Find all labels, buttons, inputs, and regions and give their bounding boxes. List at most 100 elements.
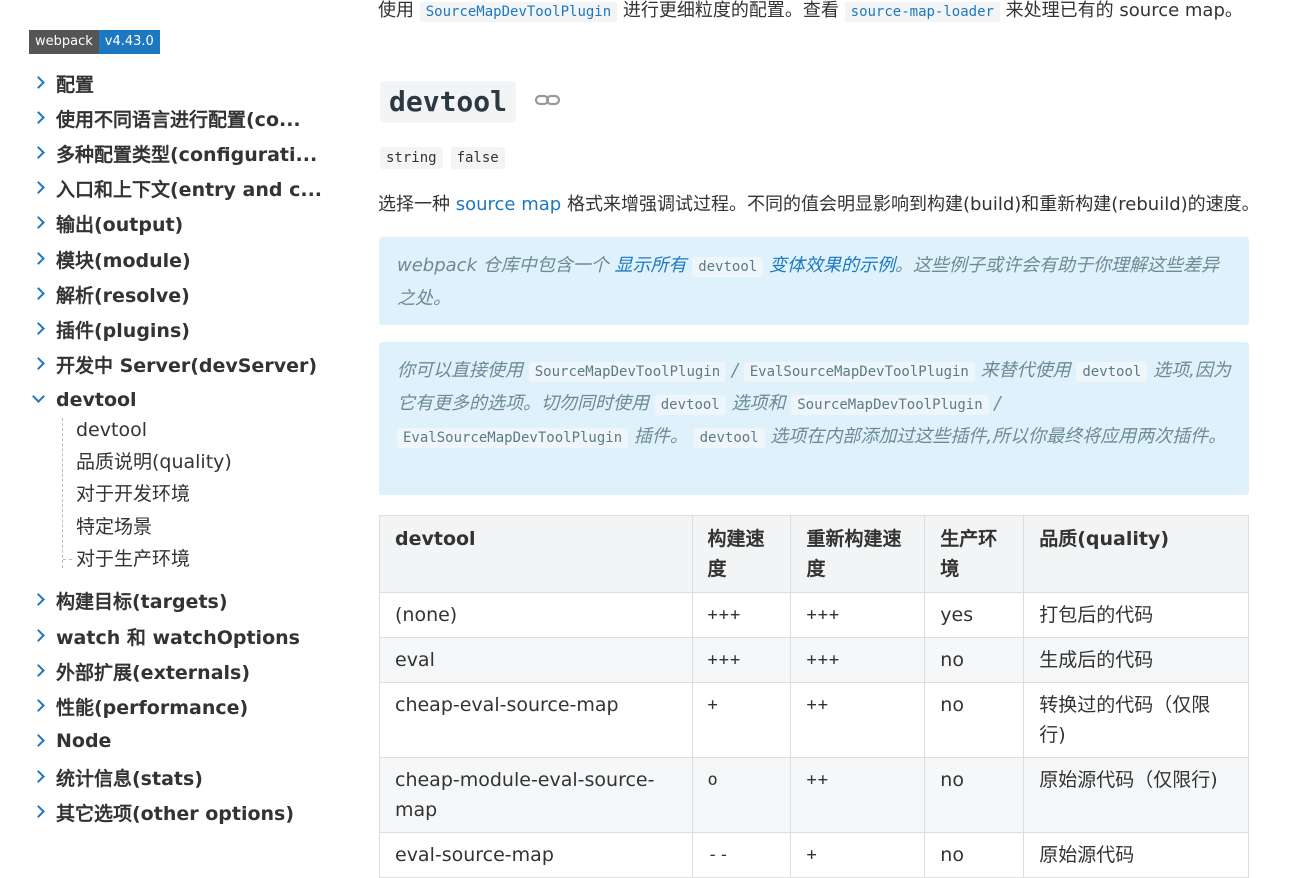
inline-code: devtool: [1076, 362, 1148, 382]
column-header: 品质(quality): [1023, 515, 1249, 593]
table-header-row: devtool 构建速度 重新构建速度 生产环境 品质(quality): [379, 515, 1249, 593]
chevron-right-icon: [32, 769, 45, 783]
sidebar-item-plugins[interactable]: 插件(plugins): [32, 316, 190, 342]
chevron-right-icon: [32, 663, 45, 677]
table-row: eval +++ +++ no 生成后的代码: [379, 637, 1249, 683]
sidebar-subitem-production[interactable]: 对于生产环境: [63, 547, 191, 571]
sidebar-item-devtool[interactable]: devtool: [32, 387, 137, 413]
sidebar-item-label: 多种配置类型(configurati...: [56, 143, 318, 166]
text: 选项和: [731, 393, 786, 414]
type-badge: false: [450, 147, 505, 169]
table-row: eval-source-map -- + no 原始源代码: [379, 832, 1249, 878]
chevron-right-icon: [32, 75, 45, 89]
section-heading: devtool: [380, 81, 517, 123]
examples-link-2[interactable]: 变体效果的示例: [769, 255, 895, 276]
table-cell: cheap-eval-source-map: [379, 682, 693, 758]
type-badge: string: [380, 147, 443, 169]
version-badge[interactable]: webpack v4.43.0: [29, 30, 160, 54]
text: 进行更细粒度的配置。查看: [622, 0, 839, 21]
sidebar-sublist: devtool 品质说明(quality) 对于开发环境 特定场景 对于生产环境: [62, 418, 263, 571]
table-cell: --: [691, 832, 792, 878]
table-cell: no: [924, 757, 1025, 833]
table-cell: ++: [790, 757, 926, 833]
sidebar-item-configuration-types[interactable]: 多种配置类型(configurati...: [32, 140, 318, 166]
table-cell: 生成后的代码: [1023, 637, 1249, 683]
sidebar-item-resolve[interactable]: 解析(resolve): [32, 281, 190, 307]
inline-code: devtool: [693, 428, 765, 448]
sidebar-subitem-quality[interactable]: 品质说明(quality): [76, 450, 232, 474]
inline-code: devtool: [692, 257, 764, 277]
sidebar-subitem-label: 特定场景: [76, 516, 153, 538]
sidebar-item-label: 开发中 Server(devServer): [56, 354, 318, 377]
table-row: cheap-module-eval-source-map o ++ no 原始源…: [379, 757, 1249, 833]
sidebar-item-output[interactable]: 输出(output): [32, 210, 184, 236]
type-badges: string false: [380, 147, 505, 169]
sidebar-item-devserver[interactable]: 开发中 Server(devServer): [32, 351, 318, 377]
table-cell: ++: [790, 682, 926, 758]
sidebar-item-module[interactable]: 模块(module): [32, 246, 191, 272]
table-cell: no: [924, 637, 1025, 683]
text: webpack 仓库中包含一个: [397, 255, 609, 276]
text: 你可以直接使用: [397, 360, 523, 381]
sidebar-item-label: 配置: [56, 73, 95, 96]
intro-paragraph: 使用 SourceMapDevToolPlugin 进行更细粒度的配置。查看 s…: [378, 0, 1243, 24]
chevron-right-icon: [32, 251, 45, 265]
sidebar-item-config[interactable]: 配置: [32, 70, 95, 96]
sidebar-item-label: 入口和上下文(entry and c...: [56, 178, 323, 201]
sidebar-item-targets[interactable]: 构建目标(targets): [32, 587, 228, 613]
sidebar-item-stats[interactable]: 统计信息(stats): [32, 764, 203, 790]
column-header: 构建速度: [691, 515, 792, 593]
text: /: [731, 360, 738, 381]
sidebar-item-label: 模块(module): [56, 249, 191, 272]
chevron-right-icon: [32, 145, 45, 159]
sidebar-item-config-languages[interactable]: 使用不同语言进行配置(co...: [32, 105, 301, 131]
sidebar-subitem-label: devtool: [76, 419, 147, 441]
table-cell: eval: [379, 637, 693, 683]
sidebar-item-node[interactable]: Node: [32, 728, 112, 754]
chevron-right-icon: [32, 698, 45, 712]
text: 选择一种: [378, 194, 450, 215]
text: 插件。: [633, 426, 688, 447]
sidebar-item-watch[interactable]: watch 和 watchOptions: [32, 623, 300, 649]
sidebar-item-label: 构建目标(targets): [56, 590, 228, 613]
sidebar-subitem-devtool[interactable]: devtool: [76, 418, 147, 442]
chevron-right-icon: [32, 628, 45, 642]
table-cell: yes: [924, 592, 1025, 638]
code-link-sourcemapdevtoolplugin[interactable]: SourceMapDevToolPlugin: [419, 2, 618, 22]
sidebar-item-label: 外部扩展(externals): [56, 661, 251, 684]
examples-link[interactable]: 显示所有: [614, 255, 686, 276]
column-header: 重新构建速度: [790, 515, 926, 593]
tip-box-plugins: 你可以直接使用 SourceMapDevToolPlugin / EvalSou…: [379, 342, 1249, 495]
sidebar-item-label: 其它选项(other options): [56, 802, 295, 825]
table-cell: 转换过的代码（仅限行): [1023, 682, 1249, 758]
chevron-down-icon: [32, 389, 45, 403]
table-cell: no: [924, 682, 1025, 758]
inline-code: SourceMapDevToolPlugin: [791, 395, 989, 415]
sidebar-item-label: watch 和 watchOptions: [56, 626, 300, 649]
sidebar-item-externals[interactable]: 外部扩展(externals): [32, 658, 251, 684]
sidebar-item-label: Node: [56, 730, 112, 752]
table-cell: no: [924, 832, 1025, 878]
code-link-source-map-loader[interactable]: source-map-loader: [844, 2, 1000, 22]
chevron-right-icon: [32, 356, 45, 370]
sidebar-subitem-special-cases[interactable]: 特定场景: [76, 515, 152, 539]
sidebar-item-other-options[interactable]: 其它选项(other options): [32, 799, 295, 825]
sidebar-item-label: 性能(performance): [56, 696, 249, 719]
chevron-right-icon: [32, 592, 45, 606]
devtool-table: devtool 构建速度 重新构建速度 生产环境 品质(quality) (no…: [379, 515, 1249, 878]
table-cell: +++: [691, 592, 792, 638]
source-map-link[interactable]: source map: [456, 194, 562, 215]
anchor-link-icon[interactable]: [534, 91, 562, 109]
sidebar-item-performance[interactable]: 性能(performance): [32, 693, 249, 719]
chevron-right-icon: [32, 180, 45, 194]
inline-code: devtool: [654, 395, 726, 415]
sidebar-item-entry-context[interactable]: 入口和上下文(entry and c...: [32, 175, 323, 201]
badge-version: v4.43.0: [98, 30, 160, 54]
sidebar-subitem-development[interactable]: 对于开发环境: [76, 482, 190, 506]
inline-code: SourceMapDevToolPlugin: [528, 362, 727, 382]
sidebar-subitem-label: 对于生产环境: [76, 548, 191, 570]
chevron-right-icon: [32, 733, 45, 747]
chevron-right-icon: [32, 110, 45, 124]
sidebar-item-label: 输出(output): [56, 213, 184, 236]
table-cell: (none): [379, 592, 693, 638]
